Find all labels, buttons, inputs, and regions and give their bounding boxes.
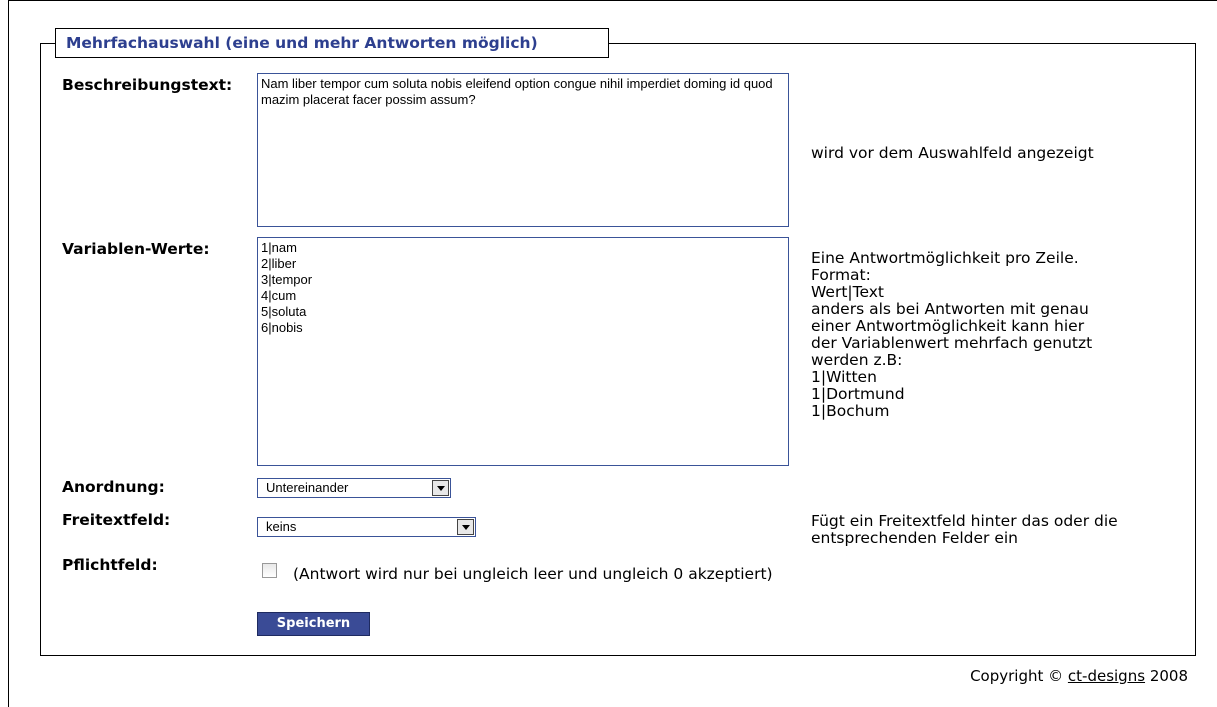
beschreibung-hint: wird vor dem Auswahlfeld angezeigt xyxy=(811,144,1094,162)
pflicht-label: Pflichtfeld: xyxy=(62,556,158,574)
chevron-down-icon[interactable] xyxy=(457,519,474,535)
variablen-hint: Eine Antwortmöglichkeit pro Zeile. Forma… xyxy=(811,250,1171,420)
variablen-hint-line: 1|Bochum xyxy=(811,402,890,420)
variablen-hint-line: Format: xyxy=(811,266,871,284)
variablen-hint-line: 1|Dortmund xyxy=(811,385,905,403)
page-border-top xyxy=(8,0,1217,1)
freitext-hint: Fügt ein Freitextfeld hinter das oder di… xyxy=(811,512,1118,547)
pflicht-note: (Antwort wird nur bei ungleich leer und … xyxy=(293,565,773,583)
save-button[interactable]: Speichern xyxy=(257,612,370,636)
anordnung-select[interactable]: Untereinander xyxy=(257,478,451,498)
variablen-hint-line: einer Antwortmöglichkeit kann hier xyxy=(811,317,1085,335)
variablen-hint-line: Eine Antwortmöglichkeit pro Zeile. xyxy=(811,249,1079,267)
fieldset-legend: Mehrfachauswahl (eine und mehr Antworten… xyxy=(55,28,609,58)
copyright-year: 2008 xyxy=(1149,667,1188,685)
freitext-selected-value: keins xyxy=(266,519,297,534)
freitext-select[interactable]: keins xyxy=(257,517,476,537)
variablen-hint-line: anders als bei Antworten mit genau xyxy=(811,300,1089,318)
variablen-hint-line: Wert|Text xyxy=(811,283,884,301)
freitext-label: Freitextfeld: xyxy=(62,511,171,529)
variablen-hint-line: 1|Witten xyxy=(811,368,877,386)
variablen-hint-line: der Variablenwert mehrfach genutzt xyxy=(811,334,1093,352)
variablen-label: Variablen-Werte: xyxy=(62,240,210,258)
copyright-prefix: Copyright © xyxy=(970,667,1064,685)
anordnung-label: Anordnung: xyxy=(62,478,165,496)
beschreibung-label: Beschreibungstext: xyxy=(62,76,233,94)
ct-designs-link[interactable]: ct-designs xyxy=(1068,667,1145,685)
page-border-left xyxy=(8,0,9,707)
chevron-down-icon[interactable] xyxy=(432,480,449,496)
copyright-footer: Copyright © ct-designs 2008 xyxy=(970,667,1188,685)
beschreibung-textarea[interactable]: Nam liber tempor cum soluta nobis eleife… xyxy=(257,73,789,227)
anordnung-selected-value: Untereinander xyxy=(266,480,349,495)
pflicht-checkbox[interactable] xyxy=(262,563,277,578)
variablen-hint-line: werden z.B: xyxy=(811,351,903,369)
variablen-textarea[interactable]: 1|nam 2|liber 3|tempor 4|cum 5|soluta 6|… xyxy=(257,237,789,466)
